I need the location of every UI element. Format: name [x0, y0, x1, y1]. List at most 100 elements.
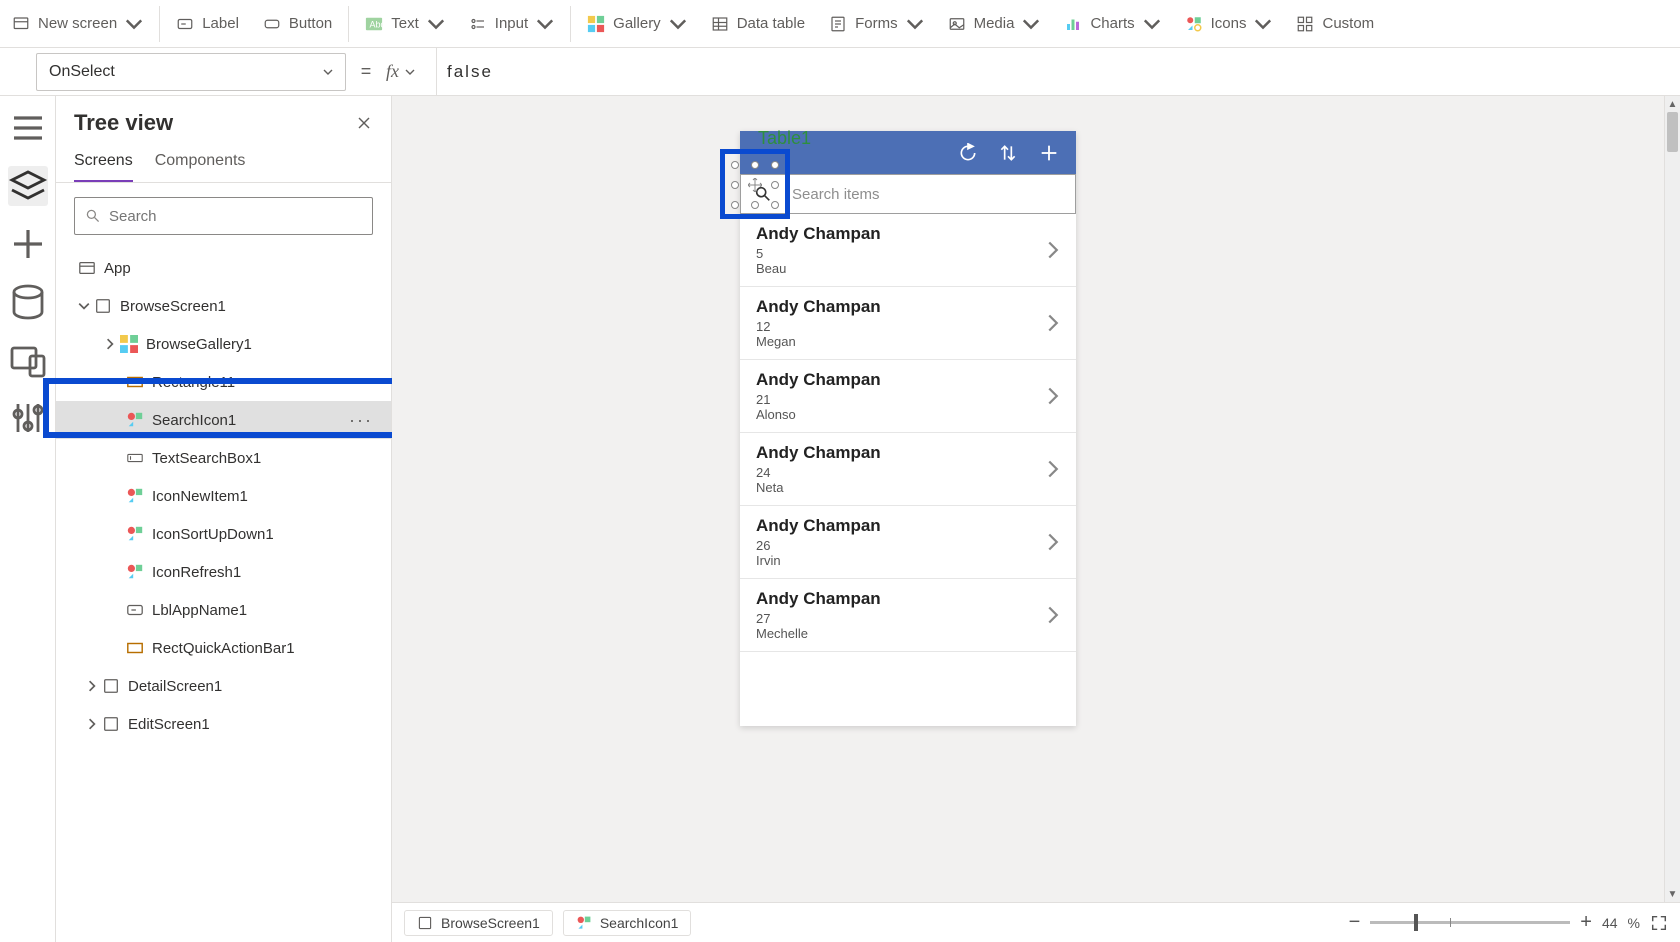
chevron-down-icon	[78, 300, 90, 312]
text-label: Text	[391, 15, 419, 32]
input-label: Input	[495, 15, 528, 32]
scroll-down-arrow[interactable]: ▼	[1665, 886, 1680, 902]
chevron-down-icon	[125, 15, 143, 33]
search-icon-control[interactable]	[741, 175, 785, 213]
item-number: 12	[756, 319, 1060, 334]
hamburger-button[interactable]	[8, 108, 48, 148]
tree-node-detailscreen1[interactable]: DetailScreen1	[56, 667, 391, 705]
sort-icon[interactable]	[998, 143, 1018, 163]
insert-text-menu[interactable]: Abc Text	[353, 0, 457, 48]
zoom-out-button[interactable]: −	[1349, 911, 1361, 934]
devices-icon	[8, 340, 48, 380]
insert-ribbon: New screen Label Button Abc Text Input G…	[0, 0, 1680, 48]
fit-icon[interactable]	[1650, 914, 1668, 932]
insert-icons-menu[interactable]: Icons	[1173, 0, 1285, 48]
tree-node-textsearchbox1[interactable]: TextSearchBox1	[56, 439, 391, 477]
breadcrumb-control[interactable]: SearchIcon1	[563, 910, 692, 936]
insert-button[interactable]	[8, 224, 48, 264]
list-item[interactable]: Andy Champan12Megan	[740, 287, 1076, 360]
breadcrumb-screen[interactable]: BrowseScreen1	[404, 910, 553, 936]
datatable-icon	[711, 15, 729, 33]
tree-node-browsegallery1[interactable]: BrowseGallery1	[56, 325, 391, 363]
custom-label: Custom	[1322, 15, 1374, 32]
tree-node-editscreen1[interactable]: EditScreen1	[56, 705, 391, 743]
canvas-area[interactable]: Table1 Search	[392, 96, 1680, 902]
divider	[570, 6, 571, 42]
chevron-right-icon	[1046, 386, 1060, 406]
scroll-up-arrow[interactable]: ▲	[1665, 96, 1680, 112]
media-button[interactable]	[8, 340, 48, 380]
close-icon[interactable]	[355, 114, 373, 132]
list-item[interactable]: Andy Champan27Mechelle	[740, 579, 1076, 652]
shape-icon	[126, 639, 144, 657]
insert-gallery-menu[interactable]: Gallery	[575, 0, 699, 48]
shape-icon	[126, 373, 144, 391]
insert-button[interactable]: Button	[251, 0, 344, 48]
tree-node-lblappname1[interactable]: LblAppName1	[56, 591, 391, 629]
layers-icon	[8, 166, 48, 206]
tree-search[interactable]	[74, 197, 373, 235]
chevron-right-icon	[104, 338, 116, 350]
add-icon[interactable]	[1038, 142, 1060, 164]
tree-node-rectangle11[interactable]: Rectangle11	[56, 363, 391, 401]
insert-label[interactable]: Label	[164, 0, 251, 48]
tab-screens[interactable]: Screens	[74, 144, 133, 182]
tree-node-browsescreen1[interactable]: BrowseScreen1	[56, 287, 391, 325]
formula-input[interactable]: false	[436, 48, 1680, 95]
tree-view-button[interactable]	[8, 166, 48, 206]
insert-media-menu[interactable]: Media	[936, 0, 1053, 48]
fx-button[interactable]: fx	[386, 61, 436, 82]
app-title-ghost: Table1	[758, 128, 811, 149]
gallery-label: Gallery	[613, 15, 661, 32]
item-who: Mechelle	[756, 626, 1060, 641]
insert-input-menu[interactable]: Input	[457, 0, 566, 48]
property-dropdown[interactable]: OnSelect	[36, 53, 346, 91]
tree-node-iconrefresh1[interactable]: IconRefresh1	[56, 553, 391, 591]
button-text: Button	[289, 15, 332, 32]
breadcrumb-control-label: SearchIcon1	[600, 915, 679, 931]
icons-icon	[1185, 15, 1203, 33]
node-label: BrowseGallery1	[146, 336, 252, 353]
item-name: Andy Champan	[756, 443, 1060, 463]
insert-datatable[interactable]: Data table	[699, 0, 817, 48]
list-item[interactable]: Andy Champan24Neta	[740, 433, 1076, 506]
property-name: OnSelect	[49, 63, 115, 81]
zoom-slider[interactable]	[1370, 921, 1570, 924]
tree-search-input[interactable]	[109, 208, 362, 225]
tree-view-panel: Tree view Screens Components App BrowseS…	[56, 96, 392, 942]
list-item[interactable]: Andy Champan26Irvin	[740, 506, 1076, 579]
tree-list: App BrowseScreen1 BrowseGallery1 Rectang…	[56, 249, 391, 942]
item-name: Andy Champan	[756, 516, 1060, 536]
tree-tabs: Screens Components	[56, 144, 391, 183]
list-item[interactable]: Andy Champan21Alonso	[740, 360, 1076, 433]
tab-components[interactable]: Components	[155, 144, 246, 182]
tree-node-iconnewitem1[interactable]: IconNewItem1	[56, 477, 391, 515]
bottom-bar: BrowseScreen1 SearchIcon1 − + 44 %	[392, 902, 1680, 942]
refresh-icon[interactable]	[958, 143, 978, 163]
item-who: Beau	[756, 261, 1060, 276]
search-icon	[85, 208, 101, 224]
text-icon: Abc	[365, 15, 383, 33]
insert-custom-menu[interactable]: Custom	[1284, 0, 1386, 48]
data-button[interactable]	[8, 282, 48, 322]
tree-node-app[interactable]: App	[56, 249, 391, 287]
chevron-right-icon	[86, 680, 98, 692]
tree-node-iconsortupdown1[interactable]: IconSortUpDown1	[56, 515, 391, 553]
zoom-in-button[interactable]: +	[1580, 911, 1592, 934]
chevron-down-icon	[669, 15, 687, 33]
new-screen-label: New screen	[38, 15, 117, 32]
canvas-scrollbar[interactable]: ▲ ▼	[1664, 96, 1680, 902]
insert-charts-menu[interactable]: Charts	[1052, 0, 1172, 48]
label-icon	[176, 15, 194, 33]
chevron-down-icon	[906, 15, 924, 33]
node-label: IconNewItem1	[152, 488, 248, 505]
new-screen-menu[interactable]: New screen	[0, 0, 155, 48]
insert-forms-menu[interactable]: Forms	[817, 0, 936, 48]
tree-node-rectquickactionbar1[interactable]: RectQuickActionBar1	[56, 629, 391, 667]
settings-button[interactable]	[8, 398, 48, 438]
more-button[interactable]: ···	[349, 410, 381, 431]
search-items-input[interactable]: Search items	[785, 175, 1075, 213]
list-item[interactable]: Andy Champan5Beau	[740, 214, 1076, 287]
tree-node-searchicon1[interactable]: SearchIcon1 ···	[56, 401, 391, 439]
scroll-thumb[interactable]	[1667, 112, 1678, 152]
